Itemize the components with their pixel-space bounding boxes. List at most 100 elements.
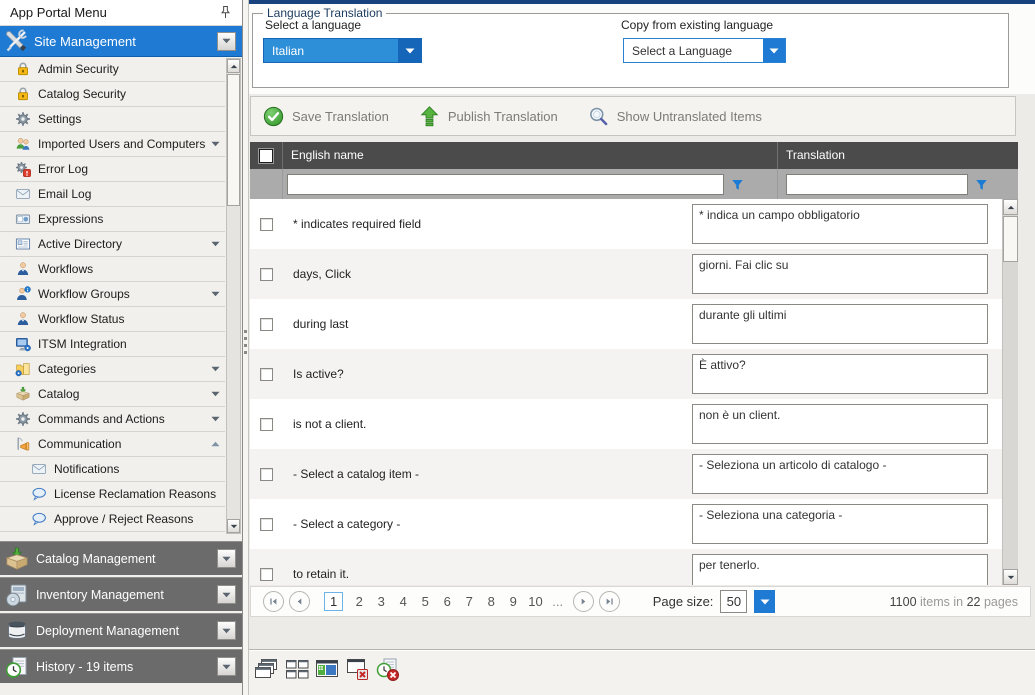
page-number-7[interactable]: 7	[462, 594, 476, 609]
cascade-windows-icon[interactable]	[253, 655, 281, 683]
column-header-translation[interactable]: Translation	[778, 142, 1018, 169]
page-ellipsis[interactable]: ...	[551, 594, 565, 609]
sidebar-section-deployment-management[interactable]: Deployment Management	[0, 613, 242, 647]
sidebar-item-license-reclamation-reasons[interactable]: License Reclamation Reasons	[0, 482, 225, 507]
page-number-5[interactable]: 5	[418, 594, 432, 609]
chevron-down-icon[interactable]	[211, 141, 220, 147]
row-checkbox[interactable]	[260, 518, 273, 531]
sidebar-item-categories[interactable]: Categories	[0, 357, 225, 382]
show-untranslated-button[interactable]: Show Untranslated Items	[588, 106, 762, 127]
sidebar-item-commands-and-actions[interactable]: Commands and Actions	[0, 407, 225, 432]
filter-funnel-icon[interactable]	[731, 178, 744, 191]
sidebar-section-catalog-management[interactable]: Catalog Management	[0, 541, 242, 575]
copy-language-select-value[interactable]: Select a Language	[624, 39, 763, 62]
chevron-down-icon[interactable]	[754, 590, 775, 613]
page-number-3[interactable]: 3	[374, 594, 388, 609]
sidebar-item-catalog[interactable]: Catalog	[0, 382, 225, 407]
panel-view-icon[interactable]	[313, 655, 341, 683]
next-page-button[interactable]	[573, 591, 594, 612]
section-expand-button[interactable]	[217, 621, 236, 640]
table-scrollbar[interactable]	[1002, 199, 1018, 585]
chevron-down-icon[interactable]	[763, 39, 785, 62]
scroll-up-button[interactable]	[227, 59, 240, 73]
sidebar-section-site-management[interactable]: Site Management	[0, 26, 242, 57]
page-size-value[interactable]: 50	[720, 590, 747, 613]
page-number-10[interactable]: 10	[528, 594, 542, 609]
page-number-8[interactable]: 8	[484, 594, 498, 609]
chevron-up-icon[interactable]	[211, 441, 220, 447]
sidebar-scrollbar[interactable]	[226, 58, 241, 534]
chevron-down-icon[interactable]	[211, 291, 220, 297]
chevron-down-icon[interactable]	[211, 241, 220, 247]
row-checkbox[interactable]	[260, 418, 273, 431]
section-expand-button[interactable]	[217, 549, 236, 568]
tile-windows-icon[interactable]	[283, 655, 311, 683]
sidebar-item-itsm-integration[interactable]: ITSM Integration	[0, 332, 225, 357]
row-checkbox[interactable]	[260, 218, 273, 231]
page-number-4[interactable]: 4	[396, 594, 410, 609]
translation-filter-input[interactable]	[786, 174, 968, 195]
sidebar-item-workflows[interactable]: Workflows	[0, 257, 225, 282]
sidebar-item-workflow-groups[interactable]: Workflow Groups	[0, 282, 225, 307]
translation-textarea[interactable]	[692, 454, 988, 494]
section-collapse-button[interactable]	[217, 32, 236, 51]
page-number-6[interactable]: 6	[440, 594, 454, 609]
row-checkbox[interactable]	[260, 468, 273, 481]
publish-translation-button[interactable]: Publish Translation	[419, 106, 558, 127]
translation-textarea[interactable]	[692, 354, 988, 394]
sidebar-item-communication[interactable]: Communication	[0, 432, 225, 457]
scroll-down-button[interactable]	[227, 519, 240, 533]
sidebar-item-imported-users-and-computers[interactable]: Imported Users and Computers	[0, 132, 225, 157]
sidebar-section-inventory-management[interactable]: Inventory Management	[0, 577, 242, 611]
english-filter-input[interactable]	[287, 174, 724, 195]
chevron-down-icon[interactable]	[211, 366, 220, 372]
language-select-value[interactable]: Italian	[264, 39, 398, 62]
sidebar-section-history-19-items[interactable]: History - 19 items	[0, 649, 242, 683]
chevron-down-icon[interactable]	[211, 416, 220, 422]
column-header-english[interactable]: English name	[283, 142, 778, 169]
show-untranslated-label: Show Untranslated Items	[617, 109, 762, 124]
sidebar-item-error-log[interactable]: Error Log	[0, 157, 225, 182]
translation-textarea[interactable]	[692, 254, 988, 294]
save-translation-button[interactable]: Save Translation	[263, 106, 389, 127]
sidebar-item-workflow-status[interactable]: Workflow Status	[0, 307, 225, 332]
section-expand-button[interactable]	[217, 585, 236, 604]
section-expand-button[interactable]	[217, 657, 236, 676]
translation-textarea[interactable]	[692, 504, 988, 544]
page-number-9[interactable]: 9	[506, 594, 520, 609]
sidebar-item-settings[interactable]: Settings	[0, 107, 225, 132]
translation-textarea[interactable]	[692, 304, 988, 344]
pin-icon[interactable]	[219, 5, 232, 20]
translation-textarea[interactable]	[692, 204, 988, 244]
translation-textarea[interactable]	[692, 404, 988, 444]
page-number-1[interactable]: 1	[324, 592, 343, 611]
row-checkbox[interactable]	[260, 268, 273, 281]
sidebar-item-notifications[interactable]: Notifications	[0, 457, 225, 482]
language-select[interactable]: Italian	[263, 38, 422, 63]
row-checkbox[interactable]	[260, 368, 273, 381]
first-page-button[interactable]	[263, 591, 284, 612]
chevron-down-icon[interactable]	[398, 39, 421, 62]
scroll-up-button[interactable]	[1003, 199, 1018, 215]
translation-textarea[interactable]	[692, 554, 988, 585]
last-page-button[interactable]	[599, 591, 620, 612]
row-checkbox[interactable]	[260, 318, 273, 331]
select-all-checkbox[interactable]	[259, 149, 273, 163]
row-checkbox[interactable]	[260, 568, 273, 581]
prev-page-button[interactable]	[289, 591, 310, 612]
chevron-down-icon[interactable]	[211, 391, 220, 397]
copy-language-select[interactable]: Select a Language	[623, 38, 786, 63]
scrollbar-thumb[interactable]	[227, 74, 240, 206]
filter-funnel-icon[interactable]	[975, 178, 988, 191]
page-number-2[interactable]: 2	[352, 594, 366, 609]
sidebar-item-active-directory[interactable]: Active Directory	[0, 232, 225, 257]
sidebar-item-admin-security[interactable]: Admin Security	[0, 57, 225, 82]
clear-history-icon[interactable]	[373, 655, 401, 683]
close-window-icon[interactable]	[343, 655, 371, 683]
scrollbar-thumb[interactable]	[1003, 216, 1018, 262]
sidebar-item-expressions[interactable]: Expressions	[0, 207, 225, 232]
sidebar-item-approve-reject-reasons[interactable]: Approve / Reject Reasons	[0, 507, 225, 532]
sidebar-item-catalog-security[interactable]: Catalog Security	[0, 82, 225, 107]
scroll-down-button[interactable]	[1003, 569, 1018, 585]
sidebar-item-email-log[interactable]: Email Log	[0, 182, 225, 207]
